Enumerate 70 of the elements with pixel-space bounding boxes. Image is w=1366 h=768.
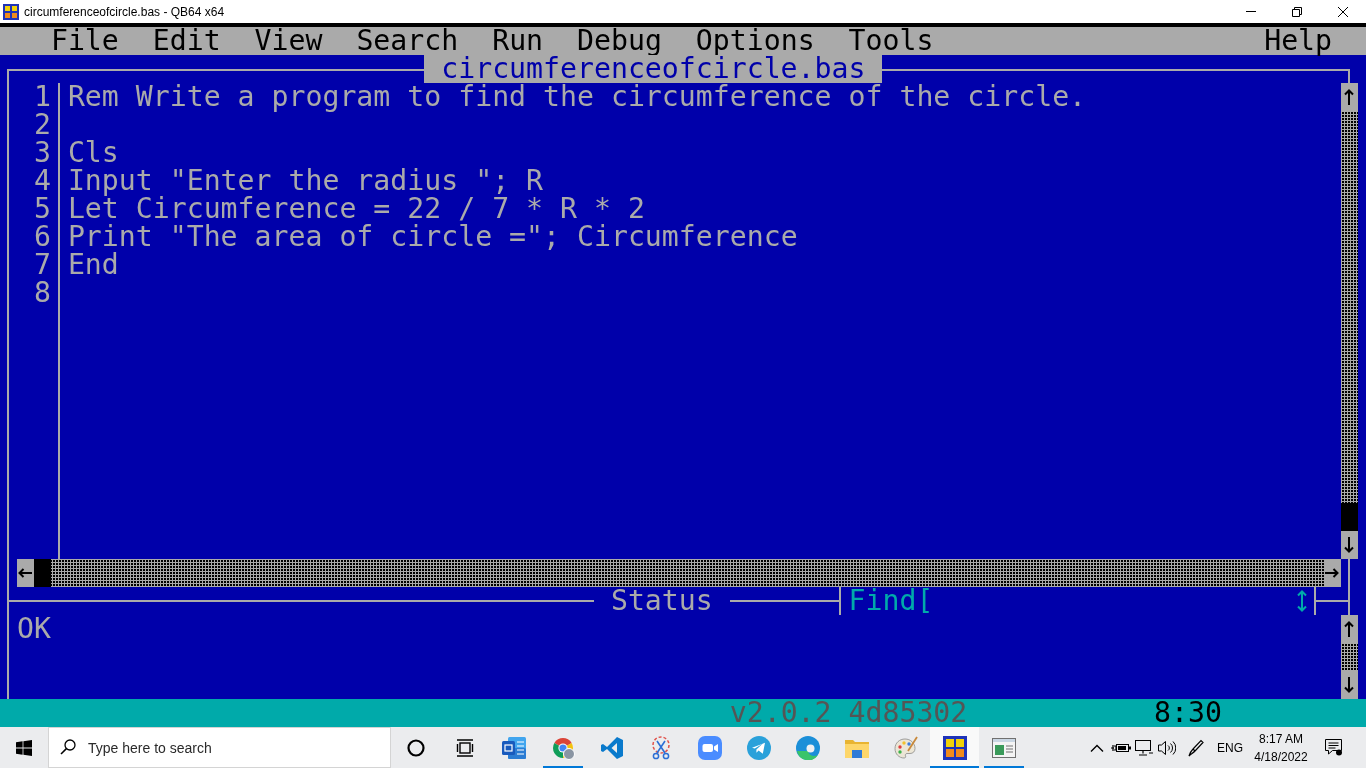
line-number: 8 xyxy=(32,279,51,307)
battery-icon[interactable] xyxy=(1111,741,1131,754)
scroll-up-button[interactable] xyxy=(1340,83,1358,111)
search-icon xyxy=(60,739,76,755)
menu-item[interactable]: Search xyxy=(339,27,476,55)
menu-item[interactable]: Tools xyxy=(831,27,951,55)
search-field[interactable]: Type here to search xyxy=(48,727,391,768)
scroll-down-button[interactable] xyxy=(1340,531,1358,559)
code-line: Cls xyxy=(67,139,119,167)
video-camera-icon[interactable] xyxy=(697,735,722,760)
code-line: Let Circumference = 22 / 7 * R * 2 xyxy=(67,195,645,223)
minimize-icon xyxy=(1246,11,1256,12)
scroll-left-button[interactable] xyxy=(16,559,34,587)
version-label: v2.0.2 4d85302 xyxy=(729,699,968,727)
down-arrow-icon xyxy=(1344,677,1355,693)
speaker-icon[interactable] xyxy=(1158,739,1176,756)
round-logo-icon[interactable] xyxy=(550,735,575,760)
menu-item[interactable]: Edit xyxy=(135,27,238,55)
close-icon xyxy=(1338,6,1348,17)
code-editor-icon[interactable] xyxy=(600,736,623,759)
code-line: Print "The area of circle ="; Circumference xyxy=(67,223,798,251)
code-line: End xyxy=(67,251,119,279)
menu-item[interactable]: Help xyxy=(1247,27,1350,55)
ring-icon[interactable] xyxy=(406,738,425,757)
task-view-icon[interactable] xyxy=(455,738,474,757)
menu-item[interactable]: Options xyxy=(678,27,832,55)
scroll-up-button[interactable] xyxy=(1340,615,1358,643)
restore-icon xyxy=(1292,6,1302,17)
language-indicator[interactable]: ENG xyxy=(1213,727,1247,768)
network-icon[interactable] xyxy=(1135,739,1153,756)
scrollbar-thumb[interactable] xyxy=(1340,503,1358,531)
clock-button[interactable]: 8:17 AM 4/18/2022 xyxy=(1247,727,1315,768)
start-icon[interactable] xyxy=(16,739,32,756)
taskbar-button[interactable] xyxy=(930,727,979,768)
paper-plane-icon[interactable] xyxy=(746,735,771,760)
chevron-up-icon[interactable] xyxy=(1090,743,1104,752)
status-message: OK xyxy=(16,615,51,643)
code-line: Rem Write a program to find the circumference of the circle. xyxy=(67,83,1087,111)
line-number: 5 xyxy=(32,195,51,223)
left-arrow-icon xyxy=(18,568,33,578)
wave-logo-icon[interactable] xyxy=(795,735,820,760)
code-line: Input "Enter the radius "; R xyxy=(67,167,544,195)
pen-icon[interactable] xyxy=(1188,738,1204,757)
pixel-logo-icon xyxy=(3,3,19,20)
cursor-position: 8:30 xyxy=(1154,699,1222,727)
up-down-arrow-icon[interactable] xyxy=(1296,590,1307,612)
folder-icon[interactable] xyxy=(844,737,869,758)
line-number: 7 xyxy=(32,251,51,279)
notification-icon[interactable] xyxy=(1325,739,1343,756)
menu-item[interactable]: Debug xyxy=(560,27,679,55)
line-number: 3 xyxy=(32,139,51,167)
menu-item[interactable]: File xyxy=(33,27,136,55)
pixel-logo-icon[interactable] xyxy=(942,735,967,760)
editor-title: circumferenceofcircle.bas xyxy=(424,55,883,83)
window-icon[interactable] xyxy=(991,737,1016,758)
up-arrow-icon xyxy=(1344,621,1355,637)
line-number: 6 xyxy=(32,223,51,251)
menu-item[interactable]: View xyxy=(237,27,340,55)
menu-item[interactable]: Run xyxy=(475,27,561,55)
line-number: 2 xyxy=(32,111,51,139)
line-number: 1 xyxy=(32,83,51,111)
line-number: 4 xyxy=(32,167,51,195)
document-icon[interactable] xyxy=(501,736,526,759)
right-arrow-icon xyxy=(1325,568,1340,578)
status-title: Status xyxy=(609,587,714,615)
up-arrow-icon xyxy=(1344,89,1355,105)
find-field[interactable]: Find[ xyxy=(848,587,1294,615)
down-arrow-icon xyxy=(1344,537,1355,553)
scroll-down-button[interactable] xyxy=(1340,671,1358,699)
window-title: circumferenceofcircle.bas - QB64 x64 xyxy=(24,4,225,19)
